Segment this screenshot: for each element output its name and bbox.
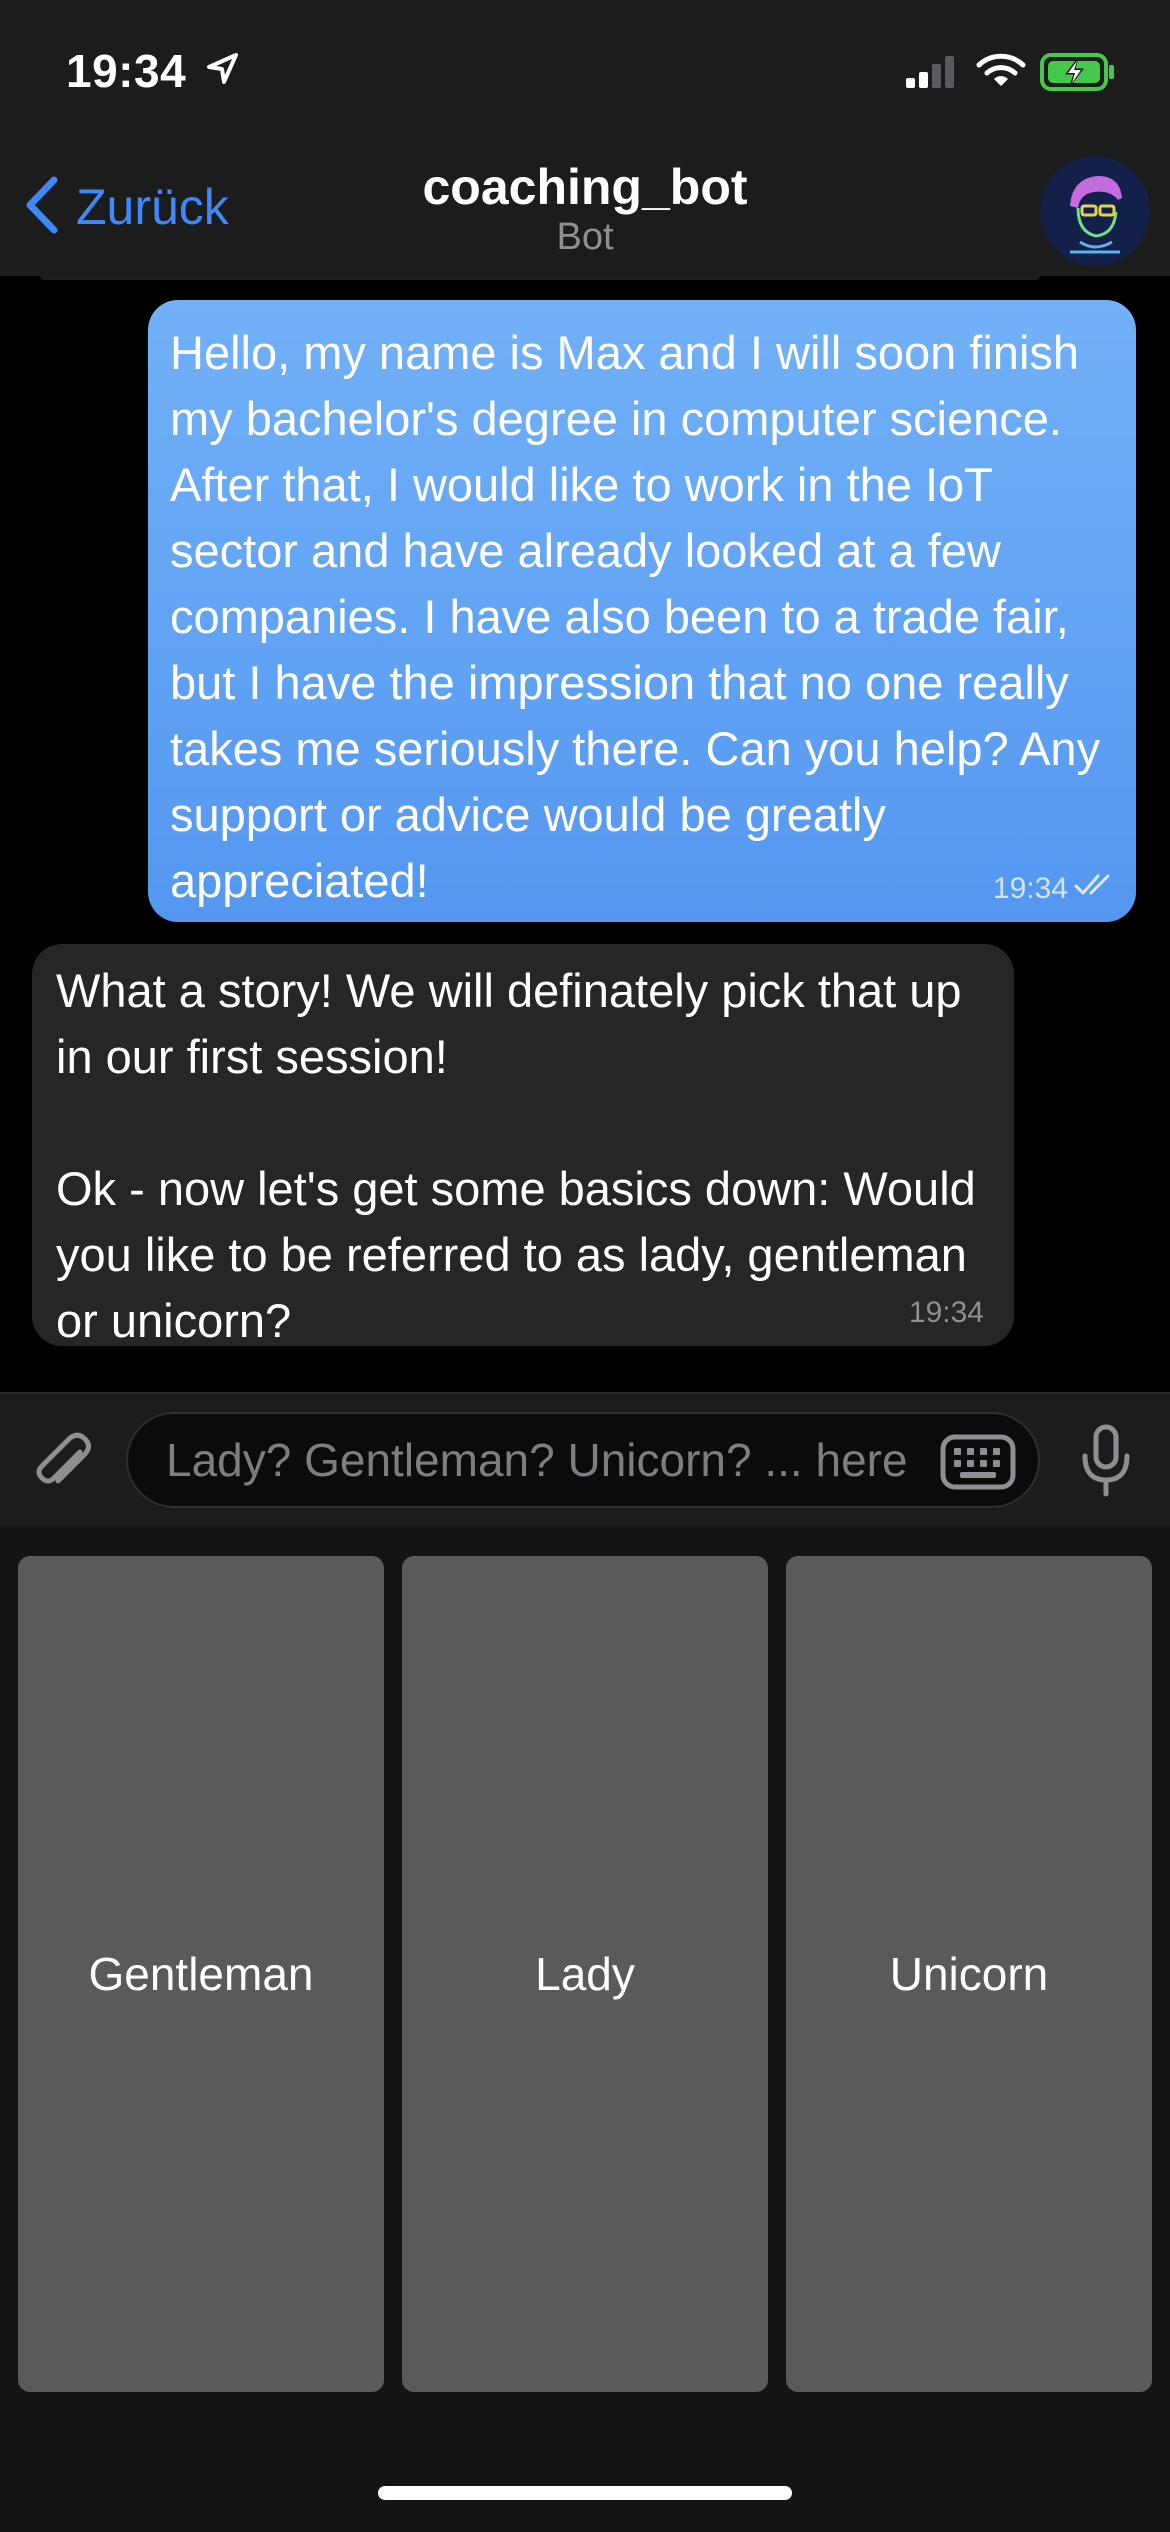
status-time: 19:34	[66, 45, 187, 97]
incoming-message[interactable]: What a story! We will definately pick th…	[32, 944, 1014, 1347]
reply-keyboard: Gentleman Lady Unicorn	[0, 1526, 1170, 2532]
bot-avatar[interactable]	[1040, 156, 1150, 266]
status-bar: 19:34	[0, 0, 1170, 150]
paperclip-icon[interactable]	[28, 1424, 98, 1499]
previous-message-edge	[40, 276, 1040, 280]
message-meta: 19:34	[993, 872, 1118, 906]
battery-charging-icon	[1040, 52, 1116, 97]
location-arrow-icon	[206, 52, 240, 91]
keyboard-icon[interactable]	[940, 1434, 1016, 1495]
reply-button-unicorn[interactable]: Unicorn	[786, 1556, 1152, 2392]
reply-button-lady[interactable]: Lady	[402, 1556, 768, 2392]
message-input[interactable]	[126, 1412, 1040, 1508]
message-text: What a story! We will definately pick th…	[56, 964, 976, 1347]
signal-icon	[904, 54, 960, 95]
message-time: 19:34	[908, 1296, 984, 1329]
message-time: 19:34	[992, 872, 1068, 905]
double-check-icon	[1074, 872, 1118, 906]
message-text: Hello, my name is Max and I will soon fi…	[170, 326, 1101, 907]
message-list[interactable]: Hello, my name is Max and I will soon fi…	[0, 276, 1170, 1392]
home-indicator[interactable]	[378, 2486, 792, 2500]
microphone-icon[interactable]	[1080, 1424, 1132, 1503]
composer	[0, 1392, 1170, 1528]
chat-subtitle: Bot	[556, 216, 614, 258]
reply-button-gentleman[interactable]: Gentleman	[18, 1556, 384, 2392]
outgoing-message[interactable]: Hello, my name is Max and I will soon fi…	[148, 300, 1136, 922]
chat-header: Zurück coaching_bot Bot	[0, 150, 1170, 278]
chat-title: coaching_bot	[422, 159, 748, 215]
wifi-icon	[976, 52, 1026, 95]
